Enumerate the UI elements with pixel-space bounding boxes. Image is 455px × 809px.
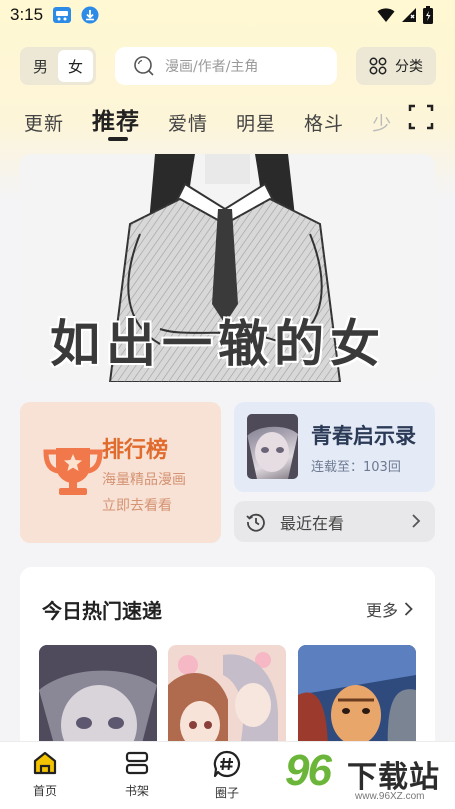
nav-bookshelf-label: 书架 [124, 784, 149, 798]
search-input[interactable]: 漫画/作者/主角 [115, 47, 337, 85]
continue-reading-title: 青春启示录 [311, 424, 416, 448]
search-placeholder: 漫画/作者/主角 [165, 59, 259, 75]
hot-section-title: 今日热门速递 [42, 599, 162, 623]
grid-icon [369, 57, 387, 75]
featured-banner[interactable]: 如出一辙的女儿 [20, 154, 435, 382]
expand-tabs-icon[interactable] [408, 104, 434, 130]
banner-title: 如出一辙的女儿 [50, 315, 386, 373]
trophy-icon [43, 448, 103, 495]
ranking-card[interactable]: 排行榜 海量精品漫画 立即去看看 [20, 402, 221, 543]
bookshelf-icon [125, 751, 149, 775]
hashtag-bubble-icon [213, 750, 241, 778]
ranking-title: 排行榜 [102, 438, 169, 463]
nav-bookshelf[interactable]: 书架 [107, 750, 167, 799]
ranking-cta: 立即去看看 [102, 498, 172, 514]
gender-option-female[interactable]: 女 [58, 50, 93, 82]
watermark-logo: 96 下载站 www.96XZ.com [283, 744, 455, 809]
chevron-right-icon [404, 602, 413, 616]
active-tab-indicator [108, 137, 128, 141]
hot-more-label: 更多 [365, 601, 398, 620]
home-icon [33, 751, 57, 775]
hot-comic-cover[interactable] [298, 645, 416, 755]
gender-option-male[interactable]: 男 [23, 50, 58, 82]
tab-celebrity[interactable]: 明星 [236, 109, 276, 140]
tab-fighting[interactable]: 格斗 [304, 109, 344, 140]
tab-updates[interactable]: 更新 [24, 109, 64, 140]
nav-home-label: 首页 [32, 784, 57, 798]
tab-recommended[interactable]: 推荐 [92, 102, 140, 140]
continue-reading-card[interactable]: 青春启示录 连载至：103回 [234, 402, 435, 492]
chevron-right-icon [412, 514, 421, 528]
nav-circle[interactable]: 圈子 [197, 750, 257, 801]
category-button[interactable]: 分类 [356, 47, 436, 85]
status-bar: 3:15 [0, 0, 455, 32]
app-notification-icon [53, 7, 71, 23]
continue-reading-progress: 连载至：103回 [311, 460, 401, 475]
watermark-text: 下载站 [347, 760, 440, 795]
recent-reading-label: 最近在看 [280, 513, 345, 533]
download-icon [81, 6, 99, 24]
hot-more-link[interactable]: 更多 [366, 597, 413, 621]
category-label: 分类 [395, 59, 423, 75]
ranking-subtitle: 海量精品漫画 [102, 472, 186, 488]
status-indicators [377, 6, 433, 24]
signal-icon [402, 8, 416, 22]
nav-circle-label: 圈子 [214, 786, 239, 800]
tab-romance[interactable]: 爱情 [168, 109, 208, 140]
wifi-icon [377, 8, 395, 22]
search-icon [134, 56, 154, 76]
hot-comic-cover[interactable] [39, 645, 157, 755]
recent-reading-button[interactable]: 最近在看 [234, 501, 435, 542]
battery-icon [423, 6, 433, 24]
tab-partial[interactable]: 少 [372, 109, 392, 140]
gender-toggle[interactable]: 男 女 [20, 47, 96, 85]
watermark-url: www.96XZ.com [355, 791, 425, 802]
continue-reading-cover [247, 414, 298, 479]
watermark-brand: 96 [285, 746, 332, 795]
history-icon [246, 513, 265, 532]
category-tabs: 更新 推荐 爱情 明星 格斗 少 [24, 100, 394, 140]
hot-comic-cover[interactable] [168, 645, 286, 755]
status-time: 3:15 [10, 5, 44, 24]
nav-home[interactable]: 首页 [15, 750, 75, 799]
